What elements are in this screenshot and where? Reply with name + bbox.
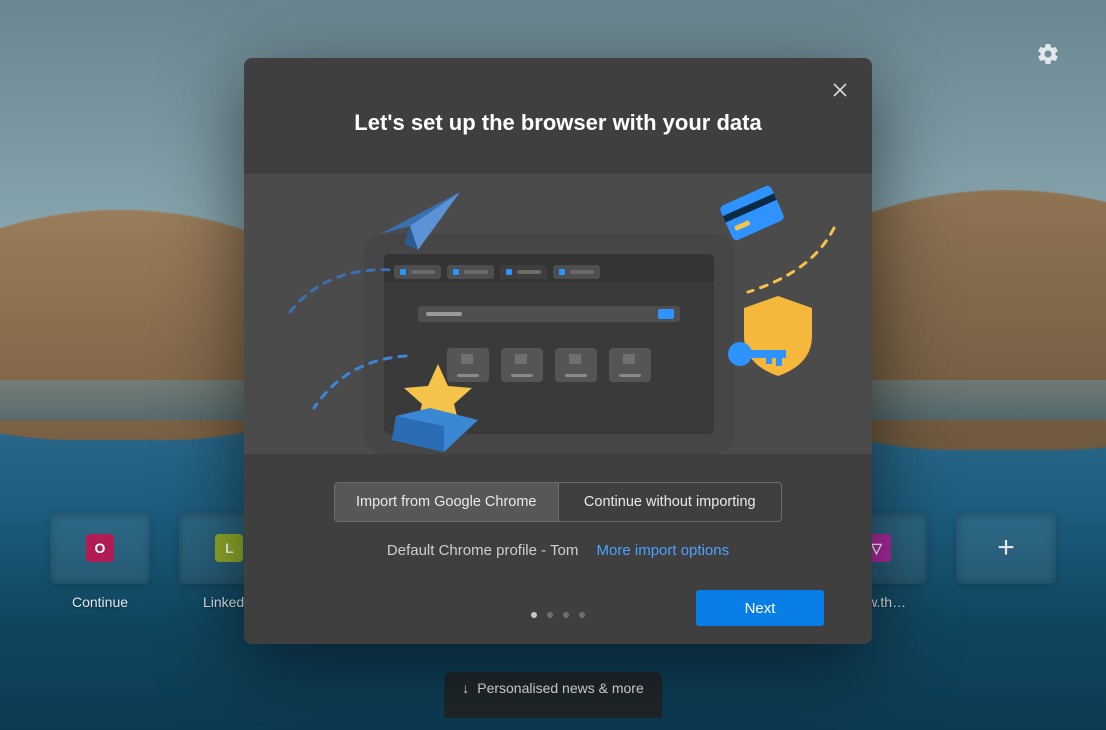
profile-info-row: Default Chrome profile - Tom More import… <box>244 542 872 559</box>
default-profile-text: Default Chrome profile - Tom <box>387 542 578 559</box>
news-pill-label: Personalised news & more <box>477 680 644 696</box>
plus-icon: + <box>997 533 1015 563</box>
settings-button[interactable] <box>1032 38 1064 70</box>
folder-trail <box>306 350 416 420</box>
close-icon <box>832 82 848 98</box>
next-button[interactable]: Next <box>696 590 824 626</box>
tile-favicon: O <box>86 534 114 562</box>
shield-key-graphic <box>722 296 814 392</box>
tile-label: Continue <box>72 594 128 610</box>
card-trail <box>742 222 842 302</box>
speed-dial-tile[interactable]: O Continue <box>40 512 160 610</box>
page-indicator <box>531 612 585 618</box>
speed-dial-add[interactable]: + <box>946 512 1066 610</box>
arrow-down-icon: ↓ <box>462 680 469 696</box>
plane-trail <box>286 262 406 322</box>
continue-without-import-button[interactable]: Continue without importing <box>559 483 782 521</box>
paper-plane-icon <box>374 186 464 258</box>
tile-favicon: L <box>215 534 243 562</box>
illustration-panel <box>244 174 872 454</box>
close-button[interactable] <box>826 76 854 104</box>
import-choice-group: Import from Google Chrome Continue witho… <box>334 482 782 522</box>
setup-dialog: Let's set up the browser with your data <box>244 58 872 644</box>
more-import-options-link[interactable]: More import options <box>597 542 730 559</box>
tile-label <box>1004 594 1008 610</box>
gear-icon <box>1036 42 1060 66</box>
import-chrome-button[interactable]: Import from Google Chrome <box>335 483 558 521</box>
news-expand-pill[interactable]: ↓ Personalised news & more <box>444 672 662 718</box>
dialog-title: Let's set up the browser with your data <box>244 110 872 136</box>
